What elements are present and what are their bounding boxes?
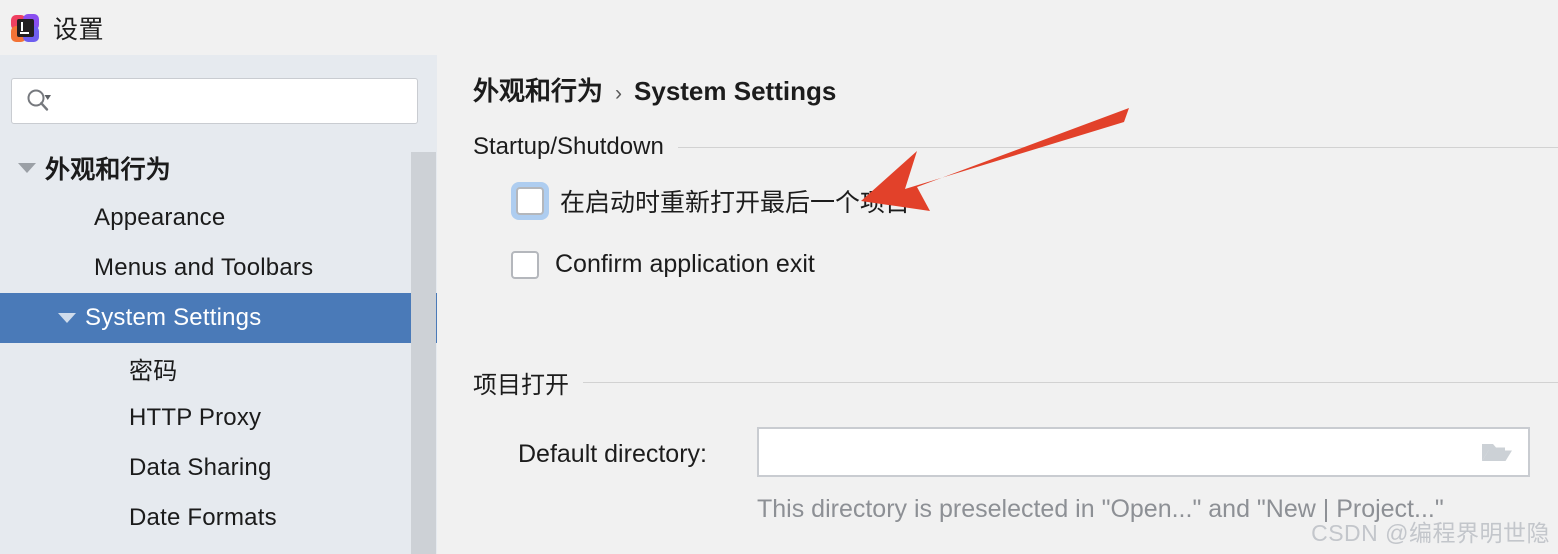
sidebar-item-label: 密码: [129, 357, 178, 385]
default-directory-label: Default directory:: [518, 440, 707, 468]
sidebar-item-appearance-and-behavior[interactable]: 外观和行为: [0, 143, 437, 193]
sidebar-item-data-sharing[interactable]: Data Sharing: [0, 443, 437, 493]
section-project-opening: 项目打开: [473, 365, 1558, 400]
section-title: Startup/Shutdown: [473, 133, 664, 160]
section-divider: [583, 382, 1558, 383]
breadcrumb-current: System Settings: [634, 76, 837, 106]
sidebar-item-label: HTTP Proxy: [129, 404, 262, 431]
sidebar-item-passwords[interactable]: 密码: [0, 343, 437, 393]
default-directory-field[interactable]: [757, 427, 1530, 477]
title-bar: 设置: [0, 0, 1558, 55]
settings-sidebar: 外观和行为 Appearance Menus and Toolbars Syst…: [0, 55, 437, 554]
sidebar-item-date-formats[interactable]: Date Formats: [0, 493, 437, 543]
search-box[interactable]: [11, 78, 418, 124]
sidebar-item-label: Data Sharing: [129, 454, 272, 481]
checkbox-input[interactable]: [511, 250, 539, 279]
checkbox-input[interactable]: [516, 187, 544, 215]
section-divider: [677, 146, 1558, 148]
chevron-down-icon[interactable]: [58, 313, 76, 323]
default-directory-input[interactable]: [759, 429, 1480, 475]
breadcrumb: 外观和行为 › System Settings: [473, 71, 836, 108]
sidebar-item-label: Menus and Toolbars: [94, 254, 314, 281]
sidebar-item-label: System Settings: [85, 304, 262, 331]
focus-ring: [511, 182, 549, 220]
sidebar-item-label: 外观和行为: [45, 156, 172, 184]
sidebar-item-label: Appearance: [94, 204, 226, 231]
sidebar-scrollbar-thumb[interactable]: [411, 152, 436, 554]
breadcrumb-root[interactable]: 外观和行为: [473, 71, 603, 108]
section-title: 项目打开: [473, 372, 569, 399]
checkbox-reopen-last-project[interactable]: 在启动时重新打开最后一个项目: [511, 182, 910, 220]
folder-icon[interactable]: [1480, 439, 1514, 465]
section-startup-shutdown: Startup/Shutdown: [473, 133, 1558, 161]
window-title: 设置: [53, 15, 105, 44]
sidebar-item-menus-and-toolbars[interactable]: Menus and Toolbars: [0, 243, 437, 293]
checkbox-confirm-application-exit[interactable]: Confirm application exit: [511, 250, 815, 279]
breadcrumb-separator-icon: ›: [615, 82, 623, 105]
settings-tree: 外观和行为 Appearance Menus and Toolbars Syst…: [0, 143, 437, 554]
sidebar-item-appearance[interactable]: Appearance: [0, 193, 437, 243]
chevron-down-icon[interactable]: [18, 163, 36, 173]
intellij-idea-logo-icon: [11, 13, 39, 42]
checkbox-label: Confirm application exit: [555, 250, 815, 278]
checkbox-label: 在启动时重新打开最后一个项目: [560, 189, 911, 217]
sidebar-item-label: Date Formats: [129, 504, 277, 531]
settings-content-panel: 外观和行为 › System Settings Startup/Shutdown…: [437, 55, 1558, 554]
sidebar-item-system-settings[interactable]: System Settings: [0, 293, 437, 343]
search-input[interactable]: [52, 79, 417, 123]
sidebar-item-http-proxy[interactable]: HTTP Proxy: [0, 393, 437, 443]
settings-dialog: 设置 外观和行为 Appearance Menus and Toolbars S…: [0, 0, 1558, 554]
search-icon: [26, 88, 52, 114]
csdn-watermark: CSDN @编程界明世隐: [1311, 520, 1550, 546]
